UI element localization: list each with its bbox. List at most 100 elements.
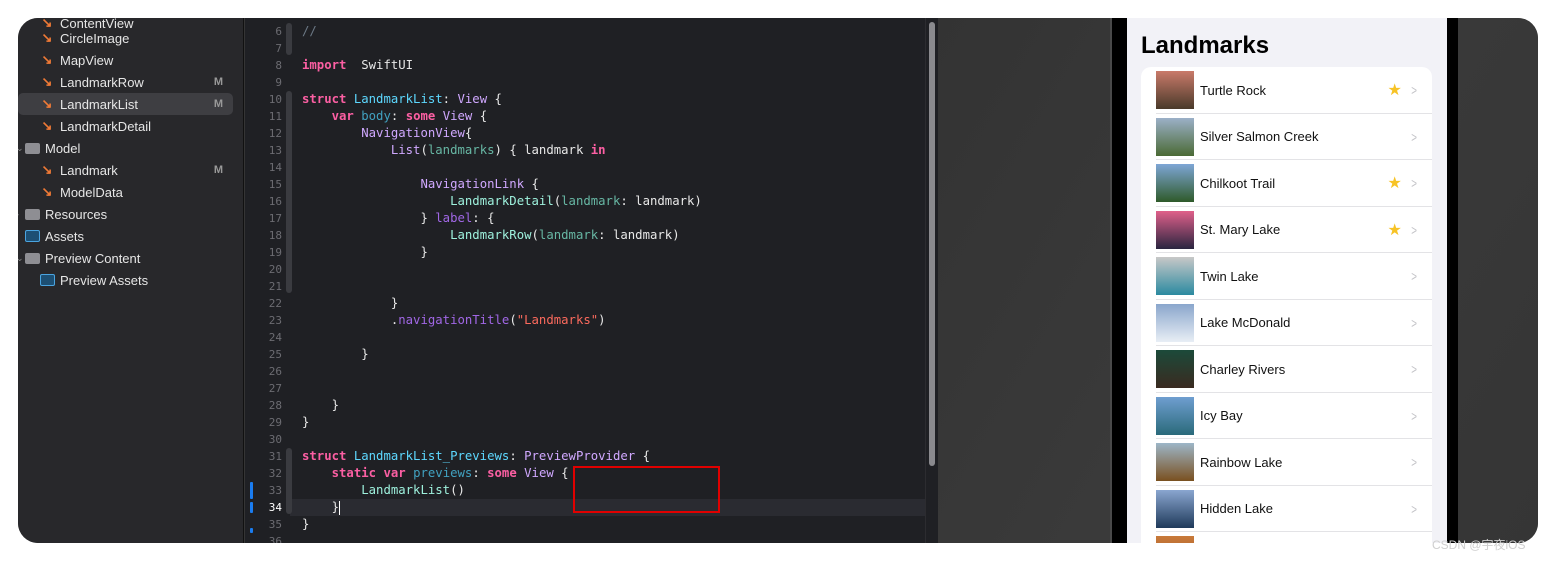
- landmark-thumbnail: [1156, 164, 1194, 203]
- landmark-row[interactable]: St. Mary Lake ★ >: [1141, 207, 1432, 253]
- landmark-row[interactable]: [1141, 532, 1432, 543]
- swift-file-icon: ↘: [41, 118, 53, 133]
- code-line[interactable]: } label: {: [302, 210, 494, 227]
- landmark-row[interactable]: Charley Rivers >: [1141, 346, 1432, 393]
- code-line[interactable]: }: [302, 516, 309, 533]
- code-line[interactable]: struct LandmarkList: View {: [302, 91, 502, 108]
- line-number: 15: [268, 178, 282, 191]
- chevron-right-icon: >: [1411, 128, 1417, 145]
- landmark-name: Rainbow Lake: [1200, 454, 1283, 470]
- code-line[interactable]: var body: some View {: [302, 108, 488, 125]
- line-number: 25: [268, 348, 282, 361]
- annotation-highlight-box: [573, 466, 720, 513]
- code-line[interactable]: }: [302, 244, 427, 261]
- code-line[interactable]: struct LandmarkList_Previews: PreviewPro…: [302, 448, 650, 465]
- navigator-item[interactable]: ↘ CircleImage: [18, 27, 233, 49]
- code-line[interactable]: import SwiftUI: [302, 57, 413, 74]
- navigator-item[interactable]: ↘ LandmarkList M: [18, 93, 233, 115]
- navigator-item[interactable]: ⌄ Preview Content: [18, 247, 233, 269]
- code-line[interactable]: //: [302, 23, 317, 40]
- modified-badge: M: [213, 164, 223, 176]
- landmark-row[interactable]: Turtle Rock ★ >: [1141, 67, 1432, 114]
- line-number: 29: [268, 416, 282, 429]
- line-number: 17: [268, 212, 282, 225]
- code-line[interactable]: .navigationTitle("Landmarks"): [302, 312, 606, 329]
- navigator-item[interactable]: ⌄ Model: [18, 137, 233, 159]
- code-line[interactable]: List(landmarks) { landmark in: [302, 142, 606, 159]
- landmark-row[interactable]: Lake McDonald >: [1141, 300, 1432, 346]
- disclosure-chevron-icon[interactable]: ⌄: [18, 253, 24, 264]
- code-line[interactable]: }: [302, 499, 341, 516]
- editor-scrollbar[interactable]: [925, 18, 938, 543]
- chevron-right-icon: >: [1411, 82, 1417, 99]
- navigator-item[interactable]: ↘ MapView: [18, 49, 233, 71]
- code-token: :: [390, 109, 406, 123]
- navigator-item[interactable]: Assets: [18, 225, 233, 247]
- swift-file-icon: ↘: [41, 184, 53, 199]
- line-number: 11: [268, 110, 282, 123]
- navigator-item[interactable]: Preview Assets: [18, 269, 233, 291]
- code-line[interactable]: LandmarkList(): [302, 482, 465, 499]
- landmark-row[interactable]: Twin Lake >: [1141, 253, 1432, 300]
- preview-canvas: Landmarks Turtle Rock ★ > Silver Salmon Cre…: [938, 18, 1538, 543]
- code-token: {: [524, 177, 539, 191]
- landmark-row[interactable]: Chilkoot Trail ★ >: [1141, 160, 1432, 207]
- disclosure-chevron-icon[interactable]: ›: [18, 209, 19, 219]
- code-line[interactable]: NavigationLink {: [302, 176, 539, 193]
- code-line[interactable]: LandmarkDetail(landmark: landmark): [302, 193, 702, 210]
- scrollbar-thumb[interactable]: [929, 22, 935, 466]
- navigator-item[interactable]: ↘ LandmarkDetail: [18, 115, 233, 137]
- landmark-name: Hidden Lake: [1200, 501, 1273, 517]
- landmark-name: Silver Salmon Creek: [1200, 129, 1319, 145]
- chevron-right-icon: >: [1411, 314, 1417, 331]
- chevron-right-icon: >: [1411, 500, 1417, 517]
- landmark-row[interactable]: Hidden Lake >: [1141, 486, 1432, 532]
- line-number: 8: [275, 59, 282, 72]
- code-token: View: [524, 466, 554, 480]
- code-fold-ribbon[interactable]: [286, 91, 292, 293]
- line-number: 36: [268, 535, 282, 543]
- code-token: {: [487, 92, 502, 106]
- landmark-row[interactable]: Rainbow Lake >: [1141, 439, 1432, 486]
- landmark-row[interactable]: Icy Bay >: [1141, 393, 1432, 439]
- navigator-item[interactable]: ↘ ModelData: [18, 181, 233, 203]
- code-line[interactable]: }: [302, 397, 339, 414]
- chevron-right-icon: >: [1411, 454, 1417, 471]
- code-token: body: [361, 109, 391, 123]
- landmark-thumbnail: [1156, 303, 1194, 342]
- code-line[interactable]: }: [302, 414, 309, 431]
- line-number: 34: [268, 501, 282, 514]
- landmark-row[interactable]: Silver Salmon Creek >: [1141, 114, 1432, 160]
- line-number: 12: [268, 127, 282, 140]
- code-token: {: [464, 126, 473, 140]
- code-fold-ribbon[interactable]: [286, 448, 292, 514]
- code-line[interactable]: }: [302, 295, 398, 312]
- code-editor[interactable]: 6 // 7 8 import SwiftUI 9 10 struct LandmarkLis…: [245, 18, 925, 543]
- swift-file-icon: ↘: [41, 52, 53, 67]
- code-line[interactable]: static var previews: some View {: [302, 465, 569, 482]
- landmark-name: St. Mary Lake: [1200, 222, 1281, 238]
- navigator-item[interactable]: › Resources: [18, 203, 233, 225]
- code-token: "Landmarks": [516, 313, 599, 327]
- code-token: NavigationView: [361, 126, 465, 140]
- code-token: landmark: [538, 228, 599, 242]
- code-token: (): [450, 483, 465, 497]
- code-token: PreviewProvider: [524, 449, 636, 463]
- code-token: struct: [302, 449, 347, 463]
- swift-file-icon: ↘: [41, 162, 53, 177]
- device-frame: Landmarks Turtle Rock ★ > Silver Salmon Cre…: [1110, 18, 1458, 543]
- navigator-item[interactable]: ↘ Landmark M: [18, 159, 233, 181]
- navigator-item[interactable]: ↘ LandmarkRow M: [18, 71, 233, 93]
- navigation-title: Landmarks: [1141, 32, 1270, 59]
- code-token: var: [383, 466, 406, 480]
- star-icon: ★: [1387, 221, 1402, 239]
- code-line[interactable]: }: [302, 346, 368, 363]
- code-line[interactable]: NavigationView{: [302, 125, 472, 142]
- code-line[interactable]: LandmarkRow(landmark: landmark): [302, 227, 680, 244]
- disclosure-chevron-icon[interactable]: ⌄: [18, 143, 24, 154]
- code-fold-ribbon[interactable]: [286, 23, 292, 55]
- line-number: 30: [268, 433, 282, 446]
